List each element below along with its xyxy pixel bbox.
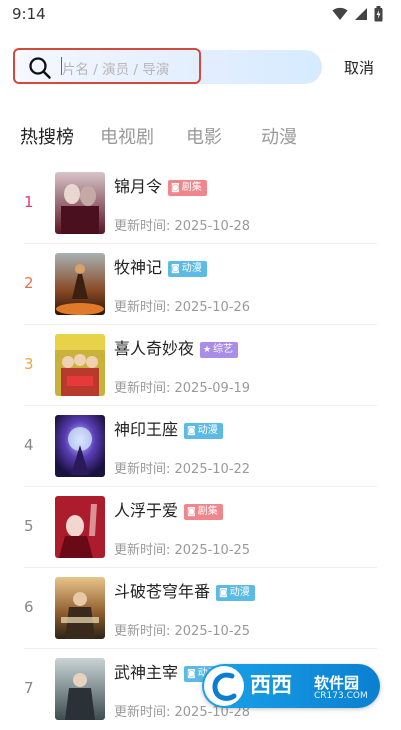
poster-image <box>55 172 105 234</box>
category-badge: ◙动漫 <box>216 585 255 601</box>
search-bar: 片名 / 演员 / 导演 取消 <box>0 44 401 90</box>
rank-number: 7 <box>24 679 34 697</box>
list-item[interactable]: 2 牧神记 ◙ 动漫 更新时间: 2025-10-26 <box>0 244 401 325</box>
update-time: 更新时间: 2025-10-22 <box>114 462 251 477</box>
rank-number: 4 <box>24 436 34 454</box>
category-badge: ◙ 剧集 <box>184 504 223 520</box>
poster-image <box>55 496 105 558</box>
update-time: 更新时间: 2025-09-19 <box>114 381 251 396</box>
poster-image <box>55 253 105 315</box>
update-time: 更新时间: 2025-10-25 <box>114 543 251 558</box>
watermark-brand: 西西 <box>250 673 292 697</box>
wifi-icon <box>332 7 348 20</box>
title: 牧神记 ◙ 动漫 <box>114 254 207 278</box>
status-icons <box>332 6 383 22</box>
poster-image <box>55 334 105 396</box>
tab-tv-series[interactable]: 电视剧 <box>100 123 154 149</box>
category-badge: ◙动漫 <box>168 261 207 277</box>
category-badge: ◙动漫 <box>184 423 223 439</box>
watermark-url: CR173.COM <box>314 691 368 701</box>
status-time: 9:14 <box>12 5 46 23</box>
poster-image <box>55 415 105 477</box>
title: 神印王座 ◙ 动漫 <box>114 416 223 440</box>
list-item[interactable]: 6 斗破苍穹年番 ◙ 动漫 更新时间: 2025-10-25 <box>0 568 401 649</box>
title: 人浮于爱 ◙ 剧集 <box>114 497 223 521</box>
title: 喜人奇妙夜 ★ 综艺 <box>114 335 239 359</box>
rank-number: 3 <box>24 355 34 373</box>
title: 斗破苍穹年番 ◙ 动漫 <box>114 578 255 602</box>
watermark-logo-icon <box>204 666 244 706</box>
poster-image <box>55 577 105 639</box>
title: 锦月令 ◙ 剧集 <box>114 173 207 197</box>
status-bar: 9:14 <box>0 0 401 30</box>
tab-movie[interactable]: 电影 <box>186 123 222 149</box>
list-item[interactable]: 3 喜人奇妙夜 ★ 综艺 更新时间: 2025-09-19 <box>0 325 401 406</box>
site-watermark: 西西 软件园 CR173.COM <box>202 664 380 708</box>
update-time: 更新时间: 2025-10-26 <box>114 300 251 315</box>
update-time: 更新时间: 2025-10-28 <box>114 219 251 234</box>
cancel-button[interactable]: 取消 <box>344 57 374 78</box>
rank-number: 2 <box>24 274 34 292</box>
watermark-subtitle: 软件园 <box>314 674 360 692</box>
rank-number: 5 <box>24 517 34 535</box>
tab-hot-search[interactable]: 热搜榜 <box>20 123 74 149</box>
list-item[interactable]: 1 锦月令 ◙ 剧集 更新时间: 2025-10-28 <box>0 163 401 244</box>
search-highlight-box <box>13 48 201 84</box>
category-badge: ◙ 剧集 <box>168 180 207 196</box>
rank-number: 6 <box>24 598 34 616</box>
list-item[interactable]: 4 神印王座 ◙ 动漫 更新时间: 2025-10-22 <box>0 406 401 487</box>
list-item[interactable]: 5 人浮于爱 ◙ 剧集 更新时间: 2025-10-25 <box>0 487 401 568</box>
rank-number: 1 <box>24 193 34 211</box>
category-badge: ★ 综艺 <box>200 342 239 358</box>
tab-anime[interactable]: 动漫 <box>261 123 297 149</box>
poster-image <box>55 658 105 720</box>
update-time: 更新时间: 2025-10-25 <box>114 624 251 639</box>
signal-icon <box>355 8 367 20</box>
battery-icon <box>374 6 383 22</box>
